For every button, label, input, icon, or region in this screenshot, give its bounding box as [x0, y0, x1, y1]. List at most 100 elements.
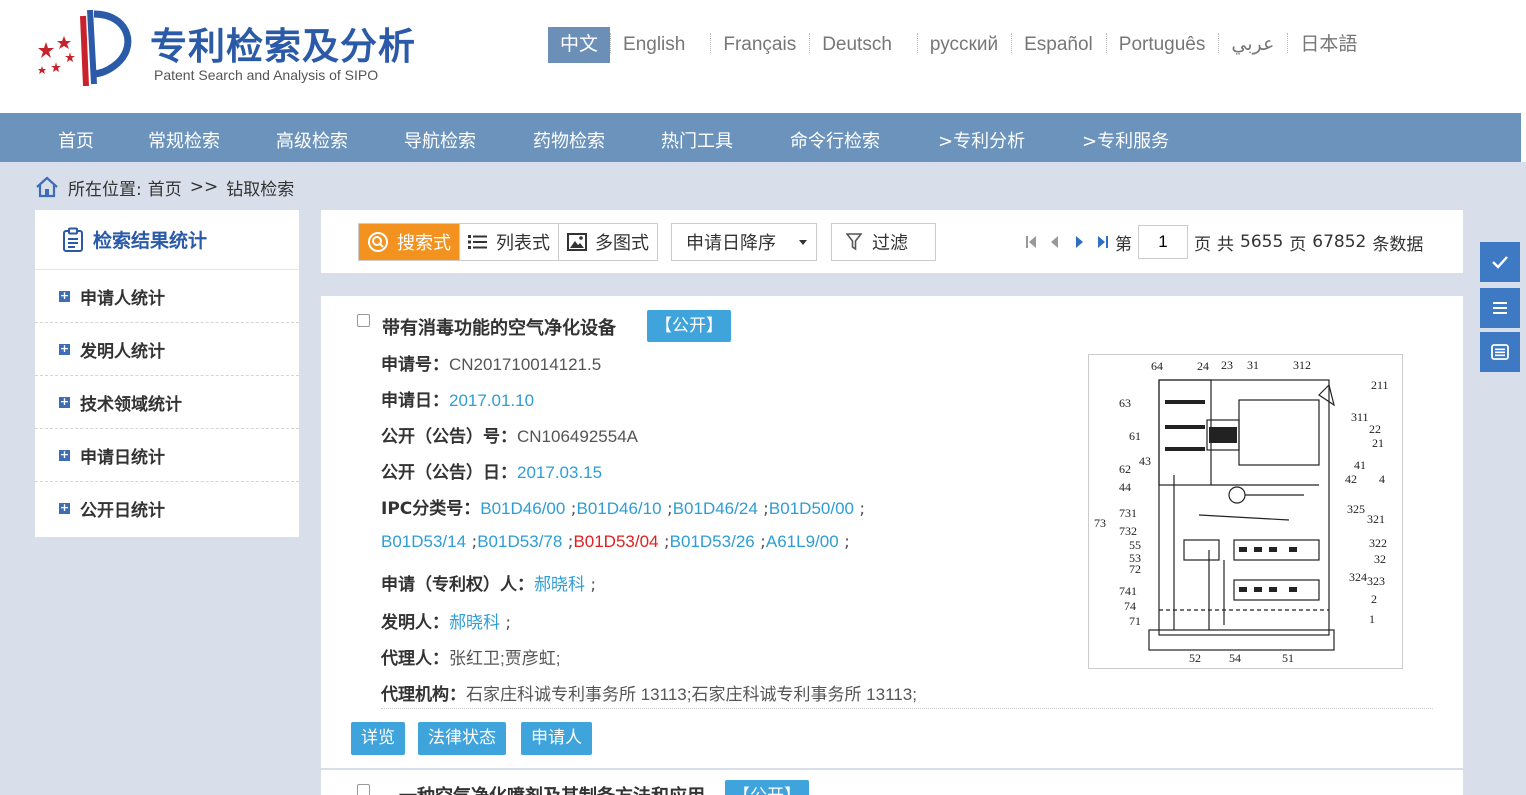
lang-en[interactable]: English: [610, 27, 698, 63]
ipc-link[interactable]: B01D46/00: [480, 499, 565, 518]
float-menu-button[interactable]: [1480, 288, 1520, 328]
lang-de[interactable]: Deutsch: [809, 27, 905, 63]
app-no-value: CN201710014121.5: [449, 355, 602, 374]
ipc-link[interactable]: B01D53/14: [381, 532, 466, 551]
page-number-input[interactable]: [1138, 225, 1188, 259]
view-mode-group: 搜索式 列表式 多图式: [358, 223, 658, 261]
nav-drug-search[interactable]: 药物检索: [533, 127, 605, 153]
figure-label: 52: [1189, 651, 1201, 665]
pub-no-value: CN106492554A: [517, 427, 638, 446]
nav-home[interactable]: 首页: [58, 127, 94, 153]
figure-label: 323: [1367, 574, 1385, 588]
pager-prefix: 第: [1115, 234, 1132, 255]
sort-dropdown[interactable]: 申请日降序: [671, 223, 817, 261]
figure-label: 64: [1151, 359, 1163, 373]
breadcrumb-home[interactable]: 首页: [148, 175, 182, 200]
float-list-button[interactable]: [1480, 332, 1520, 372]
pager-total-pages-unit: 页: [1289, 234, 1307, 255]
legal-status-button[interactable]: 法律状态: [418, 722, 506, 755]
applicant-link[interactable]: 郝晓科: [534, 575, 585, 594]
filter-icon: [846, 233, 862, 251]
view-image-button[interactable]: 多图式: [559, 224, 657, 260]
field-ipc-line1: IPC分类号：B01D46/00 ;B01D46/10 ;B01D46/24 ;…: [381, 499, 866, 519]
app-date-link[interactable]: 2017.01.10: [449, 391, 534, 410]
lang-ja[interactable]: 日本語: [1287, 27, 1370, 63]
list-icon: [468, 234, 488, 250]
nav-patent-service[interactable]: >专利服务: [1082, 127, 1169, 153]
field-agency: 代理机构：石家庄科诚专利事务所 13113;石家庄科诚专利事务所 13113;: [381, 680, 917, 705]
figure-label: 21: [1372, 436, 1384, 450]
ipc-link[interactable]: B01D53/78: [477, 532, 562, 551]
sidebar-item-tech-field[interactable]: + 技术领域统计: [35, 376, 299, 429]
nav-advanced-search[interactable]: 高级检索: [276, 127, 348, 153]
ipc-link-highlighted[interactable]: B01D53/04: [573, 532, 658, 551]
ipc-link[interactable]: B01D46/24: [673, 499, 758, 518]
sidebar-item-label: 申请日统计: [80, 447, 165, 468]
last-page-icon[interactable]: [1097, 235, 1109, 249]
ipc-link[interactable]: B01D46/10: [576, 499, 661, 518]
lang-es[interactable]: Español: [1011, 27, 1106, 63]
first-page-icon[interactable]: [1025, 235, 1037, 249]
result-checkbox[interactable]: [357, 784, 370, 795]
ipc-link[interactable]: A61L9/00: [766, 532, 839, 551]
pagination: 第 页 共 5655 页 67852 条数据: [1019, 224, 1423, 260]
sidebar-item-inventor[interactable]: + 发明人统计: [35, 323, 299, 376]
sidebar-item-label: 技术领域统计: [80, 394, 182, 415]
nav-command-search[interactable]: 命令行检索: [790, 127, 880, 153]
view-search-button[interactable]: 搜索式: [359, 224, 460, 260]
nav-hot-tools[interactable]: 热门工具: [661, 127, 733, 153]
stats-sidebar: 检索结果统计 + 申请人统计 + 发明人统计 + 技术领域统计 + 申请日统计 …: [35, 210, 299, 537]
detail-button[interactable]: 详览: [351, 722, 405, 755]
lang-fr[interactable]: Français: [710, 27, 809, 63]
pub-date-label: 公开（公告）日：: [381, 463, 517, 483]
view-list-button[interactable]: 列表式: [460, 224, 559, 260]
field-app-date: 申请日：2017.01.10: [381, 386, 534, 411]
figure-label: 63: [1119, 396, 1131, 410]
nav-regular-search[interactable]: 常规检索: [148, 127, 220, 153]
filter-button[interactable]: 过滤: [831, 223, 936, 261]
home-icon: [36, 176, 58, 198]
field-applicant: 申请（专利权）人：郝晓科 ;: [381, 575, 597, 595]
status-badge: 【公开】: [725, 780, 809, 795]
lang-zh[interactable]: 中文: [548, 27, 611, 63]
sipo-logo-icon: [38, 9, 132, 86]
lang-pt[interactable]: Português: [1105, 27, 1219, 63]
result-checkbox[interactable]: [357, 314, 370, 327]
applicant-button[interactable]: 申请人: [521, 722, 592, 755]
pager-records-unit: 条数据: [1372, 234, 1424, 255]
breadcrumb-separator: >>: [189, 177, 219, 197]
inventor-link[interactable]: 郝晓科: [449, 613, 500, 632]
figure-label: 4: [1379, 472, 1385, 486]
lang-ru[interactable]: русский: [916, 27, 1011, 63]
patent-drawing-svg: 64 24 23 31 31221163311222161414624342443257…: [1094, 358, 1389, 665]
menu-icon: [1493, 302, 1507, 314]
lang-ar[interactable]: عربي: [1218, 27, 1287, 63]
sidebar-item-pub-date[interactable]: + 公开日统计: [35, 482, 299, 535]
ipc-label: IPC分类号：: [381, 499, 481, 519]
result-title[interactable]: 一种空气净化喷剂及其制备方法和应用: [399, 782, 705, 795]
result-title[interactable]: 带有消毒功能的空气净化设备: [382, 314, 616, 340]
ipc-link[interactable]: B01D50/00: [769, 499, 854, 518]
sidebar-item-applicant[interactable]: + 申请人统计: [35, 270, 299, 323]
sidebar-header: 检索结果统计: [35, 210, 299, 270]
figure-label: 51: [1282, 651, 1294, 665]
expand-plus-icon: +: [59, 288, 70, 302]
inventor-label: 发明人：: [381, 613, 449, 633]
view-search-label: 搜索式: [397, 233, 451, 254]
patent-drawing[interactable]: 64 24 23 31 312 211 63 311 22 21 61 41 4 62 43 42 44 325 7…: [1088, 354, 1403, 669]
nav-navigation-search[interactable]: 导航检索: [404, 127, 476, 153]
prev-page-icon[interactable]: [1049, 235, 1061, 249]
nav-patent-analysis[interactable]: >专利分析: [938, 127, 1025, 153]
ipc-link[interactable]: B01D53/26: [670, 532, 755, 551]
app-date-label: 申请日：: [381, 391, 449, 411]
next-page-icon[interactable]: [1073, 235, 1085, 249]
result-card-2: 一种空气净化喷剂及其制备方法和应用 【公开】: [321, 770, 1463, 795]
float-check-button[interactable]: [1480, 242, 1520, 282]
check-icon: [1492, 256, 1508, 269]
pub-date-link[interactable]: 2017.03.15: [517, 463, 602, 482]
figure-label: 31: [1247, 358, 1259, 372]
sidebar-item-app-date[interactable]: + 申请日统计: [35, 429, 299, 482]
sidebar-item-label: 发明人统计: [80, 341, 165, 362]
sidebar-item-label: 申请人统计: [80, 288, 165, 309]
scrollbar-track: [1521, 113, 1526, 162]
